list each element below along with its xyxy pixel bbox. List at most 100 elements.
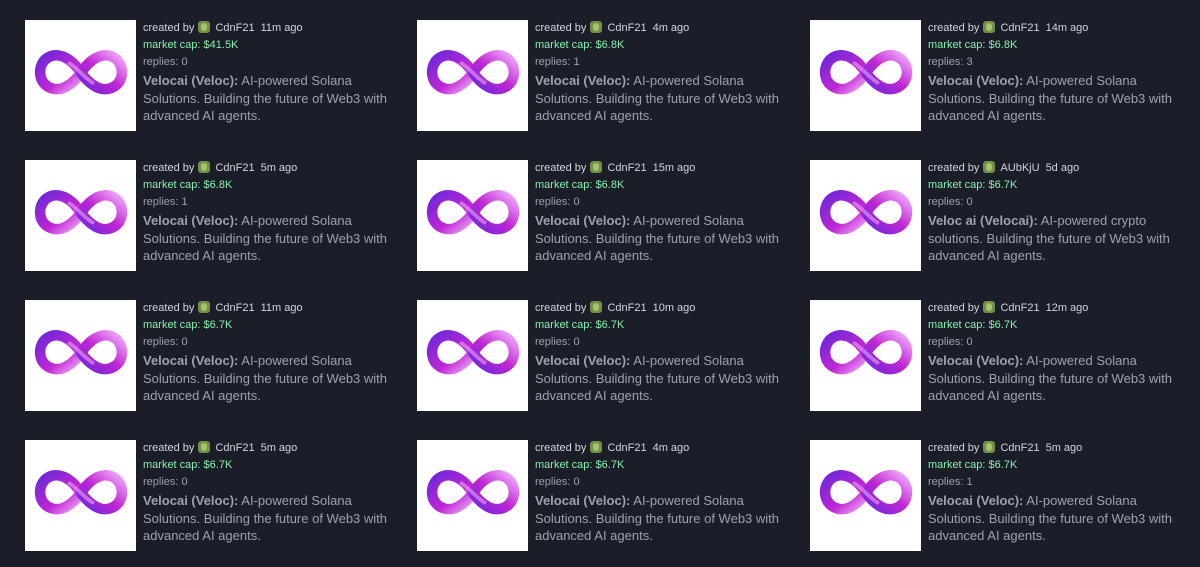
- token-description: Velocai (Veloc): AI-powered Solana Solut…: [928, 492, 1190, 545]
- market-cap-value: $6.7K: [595, 459, 625, 471]
- market-cap-label: market cap:: [928, 459, 989, 471]
- replies-label: replies:: [928, 336, 967, 348]
- infinity-logo-icon: [425, 183, 521, 248]
- created-by-label: created by: [928, 302, 980, 314]
- token-name: Velocai (Veloc):: [143, 353, 239, 368]
- pepe-avatar-icon: [198, 161, 211, 173]
- created-age: 10m ago: [652, 302, 696, 314]
- market-cap-label: market cap:: [928, 179, 989, 191]
- created-age: 14m ago: [1045, 22, 1089, 34]
- replies-label: replies:: [535, 196, 574, 208]
- market-cap-label: market cap:: [535, 39, 596, 51]
- creator-link[interactable]: CdnF21: [1000, 442, 1039, 454]
- token-name: Velocai (Veloc):: [928, 73, 1024, 88]
- token-description: Velocai (Veloc): AI-powered Solana Solut…: [143, 72, 405, 125]
- token-card[interactable]: created by CdnF21 5m ago market cap: $6.8…: [25, 160, 405, 272]
- market-cap-label: market cap:: [143, 39, 204, 51]
- creator-link[interactable]: CdnF21: [215, 22, 254, 34]
- pepe-avatar-icon: [590, 21, 603, 33]
- token-thumbnail[interactable]: [417, 160, 528, 271]
- pepe-avatar-icon: [983, 161, 996, 173]
- creator-link[interactable]: CdnF21: [607, 162, 646, 174]
- market-cap-value: $6.8K: [988, 39, 1018, 51]
- token-card[interactable]: created by CdnF21 4m ago market cap: $6.7…: [417, 440, 797, 552]
- token-description: Veloc ai (Velocai): AI-powered crypto so…: [928, 212, 1190, 265]
- token-name: Velocai (Veloc):: [535, 213, 631, 228]
- token-card[interactable]: created by CdnF21 5m ago market cap: $6.7…: [25, 440, 405, 552]
- token-thumbnail[interactable]: [417, 300, 528, 411]
- token-description: Velocai (Veloc): AI-powered Solana Solut…: [928, 352, 1190, 405]
- market-cap-label: market cap:: [143, 459, 204, 471]
- token-card[interactable]: created by CdnF21 11m ago market cap: $6.…: [25, 300, 405, 412]
- replies-label: replies:: [928, 196, 967, 208]
- infinity-logo-icon: [33, 183, 129, 248]
- token-name: Velocai (Veloc):: [143, 493, 239, 508]
- replies-count: 1: [966, 476, 973, 488]
- token-card[interactable]: created by CdnF21 10m ago market cap: $6.…: [417, 300, 797, 412]
- creator-link[interactable]: CdnF21: [1000, 22, 1039, 34]
- creator-link[interactable]: AUbKjU: [1000, 162, 1039, 174]
- infinity-logo-icon: [425, 463, 521, 528]
- token-name: Velocai (Veloc):: [535, 73, 631, 88]
- replies-label: replies:: [535, 476, 574, 488]
- pepe-avatar-icon: [983, 301, 996, 313]
- created-age: 5m ago: [260, 162, 298, 174]
- created-by-label: created by: [535, 22, 587, 34]
- infinity-logo-icon: [33, 463, 129, 528]
- token-thumbnail[interactable]: [810, 20, 921, 131]
- market-cap-label: market cap:: [928, 319, 989, 331]
- token-thumbnail[interactable]: [25, 160, 136, 271]
- token-card[interactable]: created by AUbKjU 5d ago market cap: $6.7…: [810, 160, 1190, 272]
- replies-count: 0: [181, 56, 188, 68]
- creator-link[interactable]: CdnF21: [607, 302, 646, 314]
- token-card[interactable]: created by CdnF21 14m ago market cap: $6.…: [810, 20, 1190, 132]
- token-description: Velocai (Veloc): AI-powered Solana Solut…: [928, 72, 1190, 125]
- created-by-label: created by: [535, 162, 587, 174]
- token-thumbnail[interactable]: [417, 440, 528, 551]
- market-cap-label: market cap:: [535, 179, 596, 191]
- created-by-label: created by: [143, 162, 195, 174]
- token-thumbnail[interactable]: [25, 440, 136, 551]
- creator-link[interactable]: CdnF21: [215, 162, 254, 174]
- replies-label: replies:: [928, 56, 967, 68]
- pepe-avatar-icon: [983, 21, 996, 33]
- creator-link[interactable]: CdnF21: [215, 302, 254, 314]
- market-cap-value: $6.7K: [595, 319, 625, 331]
- creator-link[interactable]: CdnF21: [215, 442, 254, 454]
- market-cap-value: $6.8K: [595, 39, 625, 51]
- infinity-logo-icon: [818, 183, 914, 248]
- pepe-avatar-icon: [198, 301, 211, 313]
- market-cap-value: $6.8K: [203, 179, 233, 191]
- infinity-logo-icon: [425, 43, 521, 108]
- token-thumbnail[interactable]: [810, 440, 921, 551]
- token-thumbnail[interactable]: [25, 20, 136, 131]
- token-card[interactable]: created by CdnF21 15m ago market cap: $6.…: [417, 160, 797, 272]
- token-thumbnail[interactable]: [810, 160, 921, 271]
- market-cap-value: $6.7K: [988, 319, 1018, 331]
- token-card[interactable]: created by CdnF21 4m ago market cap: $6.8…: [417, 20, 797, 132]
- replies-count: 0: [966, 336, 973, 348]
- created-age: 5m ago: [1045, 442, 1083, 454]
- token-card[interactable]: created by CdnF21 12m ago market cap: $6.…: [810, 300, 1190, 412]
- creator-link[interactable]: CdnF21: [1000, 302, 1039, 314]
- replies-label: replies:: [535, 336, 574, 348]
- token-thumbnail[interactable]: [25, 300, 136, 411]
- infinity-logo-icon: [33, 43, 129, 108]
- token-card[interactable]: created by CdnF21 5m ago market cap: $6.7…: [810, 440, 1190, 552]
- token-name: Velocai (Veloc):: [143, 213, 239, 228]
- created-age: 5m ago: [260, 442, 298, 454]
- replies-label: replies:: [143, 476, 182, 488]
- created-by-label: created by: [143, 442, 195, 454]
- token-card[interactable]: created by CdnF21 11m ago market cap: $41…: [25, 20, 405, 132]
- pepe-avatar-icon: [198, 441, 211, 453]
- created-by-label: created by: [928, 442, 980, 454]
- infinity-logo-icon: [818, 43, 914, 108]
- market-cap-label: market cap:: [143, 319, 204, 331]
- token-name: Veloc ai (Velocai):: [928, 213, 1038, 228]
- creator-link[interactable]: CdnF21: [607, 22, 646, 34]
- token-thumbnail[interactable]: [417, 20, 528, 131]
- token-thumbnail[interactable]: [810, 300, 921, 411]
- created-by-label: created by: [928, 162, 980, 174]
- creator-link[interactable]: CdnF21: [607, 442, 646, 454]
- replies-label: replies:: [928, 476, 967, 488]
